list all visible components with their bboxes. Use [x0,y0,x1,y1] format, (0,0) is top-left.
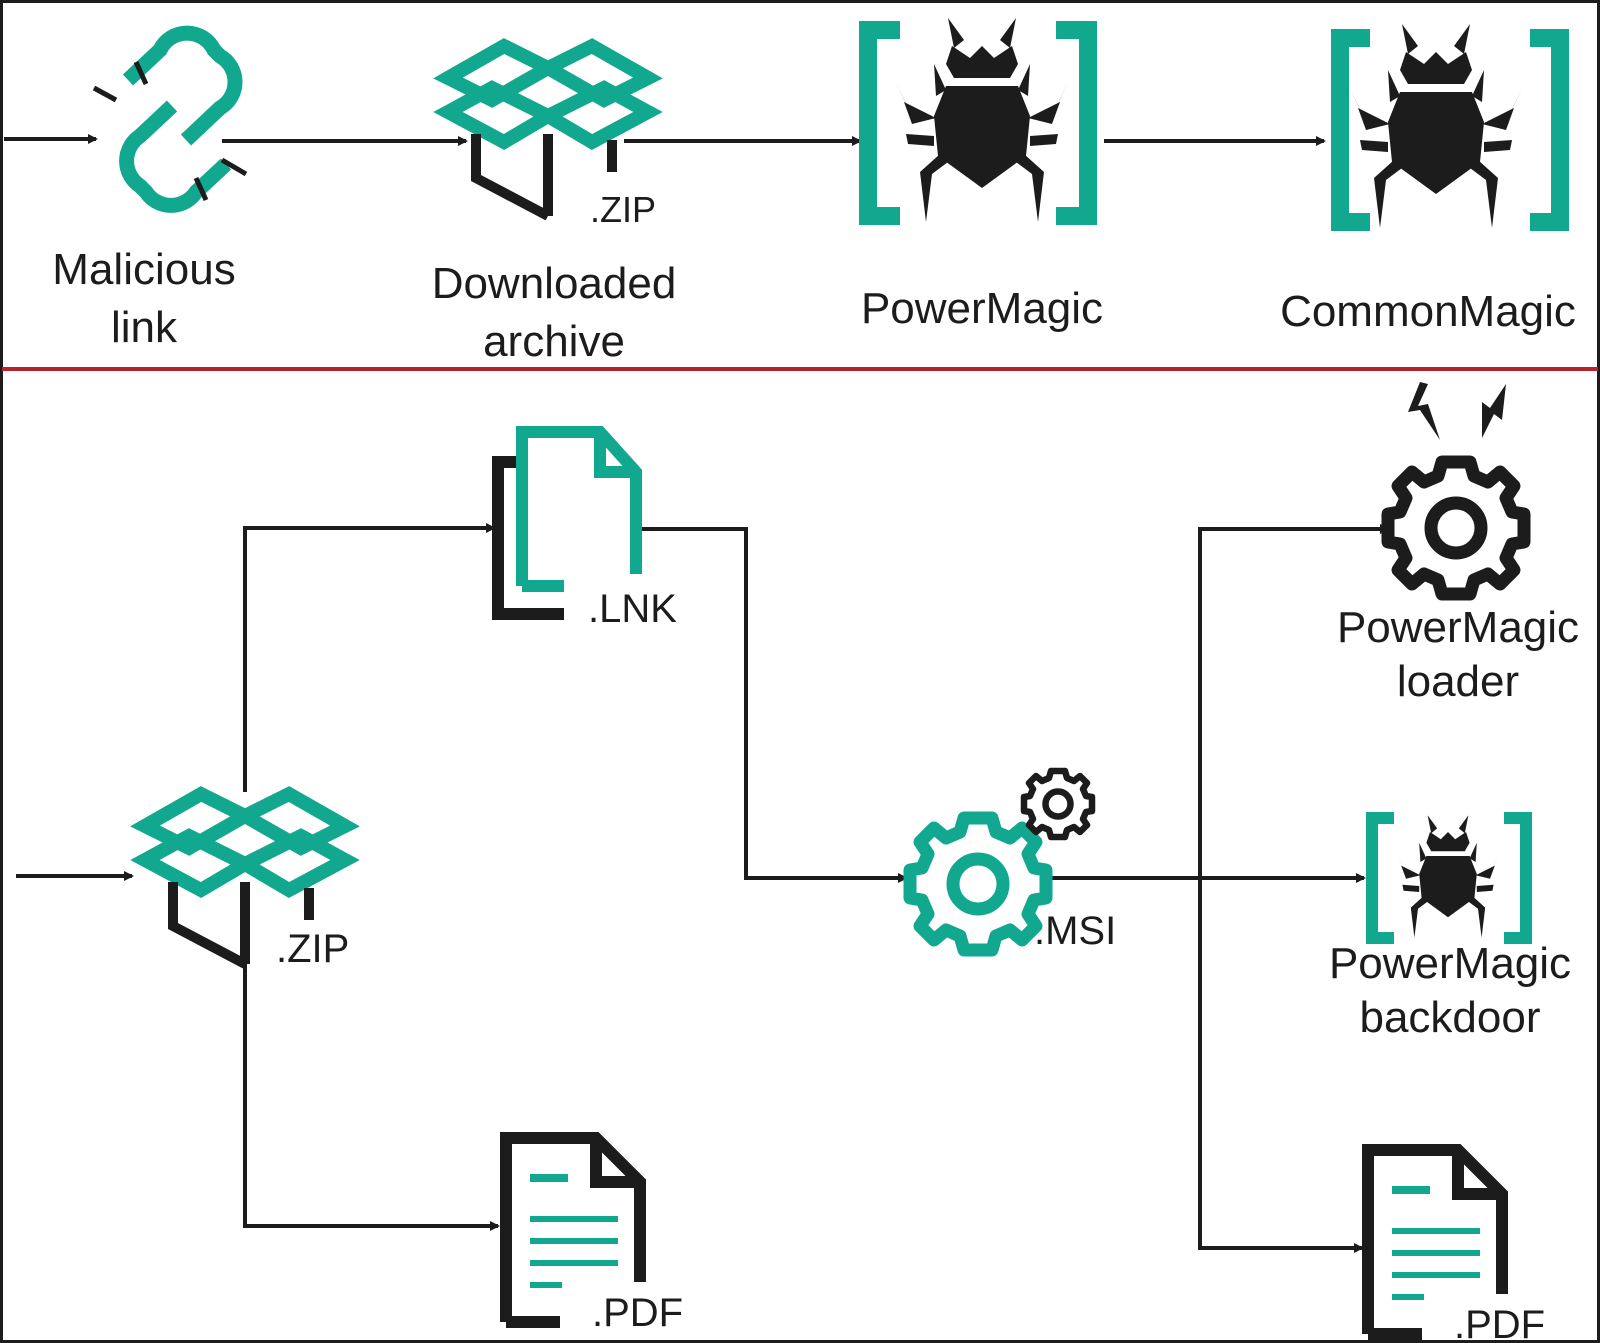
node-downloaded-archive: .ZIP Downloaded archive [432,46,677,366]
lnk-extension-badge: .LNK [588,587,677,631]
node-label: loader [1397,657,1519,706]
msi-extension-badge: .MSI [1034,909,1116,953]
node-label: Downloaded [432,259,677,308]
node-label: PowerMagic [861,284,1103,333]
bug-in-brackets-icon [1366,812,1532,944]
archive-extension-badge: .ZIP [590,189,656,230]
node-label: link [111,303,178,352]
node-label: CommonMagic [1280,287,1576,336]
top-chain: Malicious link .ZIP Downloaded archive P… [4,18,1576,366]
node-pdf-decoy-1: .PDF [506,1138,683,1335]
gear-icon [910,818,1046,950]
broken-link-icon [92,25,248,213]
node-powermagic-loader: PowerMagic loader [1337,382,1579,706]
bug-in-brackets-icon [859,18,1097,225]
pdf-extension-badge: .PDF [592,1291,683,1335]
node-label: PowerMagic [1337,603,1579,652]
bottom-chain: .ZIP .LNK .PDF .MSI PowerMagic loader Po… [16,382,1579,1343]
node-powermagic-backdoor: PowerMagic backdoor [1329,812,1571,1042]
diagram-frame [0,0,1600,1343]
edge-lnk-to-msi [638,527,908,883]
small-gear-icon [1024,771,1092,837]
edge-zip-to-pdf [243,960,500,1231]
edge-msi-to-loader [1198,524,1390,878]
node-zip: .ZIP [145,794,349,971]
zip-extension-badge: .ZIP [276,927,349,971]
node-label: Malicious [52,245,235,294]
bug-in-brackets-icon [1331,24,1569,231]
node-label: PowerMagic [1329,939,1571,988]
lightning-icon [1408,382,1506,440]
node-commonmagic: CommonMagic [1280,24,1576,336]
edge-msi-to-pdf [1198,878,1364,1253]
edge-zip-to-lnk [243,523,496,792]
attack-chain-diagram: Malicious link .ZIP Downloaded archive P… [0,0,1600,1343]
node-label: archive [483,317,625,366]
node-msi: .MSI [910,771,1116,953]
node-pdf-decoy-2: .PDF [1368,1150,1545,1343]
node-label: backdoor [1359,993,1540,1042]
pdf-extension-badge: .PDF [1454,1303,1545,1343]
node-malicious-link: Malicious link [52,25,248,352]
node-lnk: .LNK [492,426,677,631]
node-powermagic: PowerMagic [859,18,1103,333]
gear-with-sparks-icon [1388,462,1524,594]
